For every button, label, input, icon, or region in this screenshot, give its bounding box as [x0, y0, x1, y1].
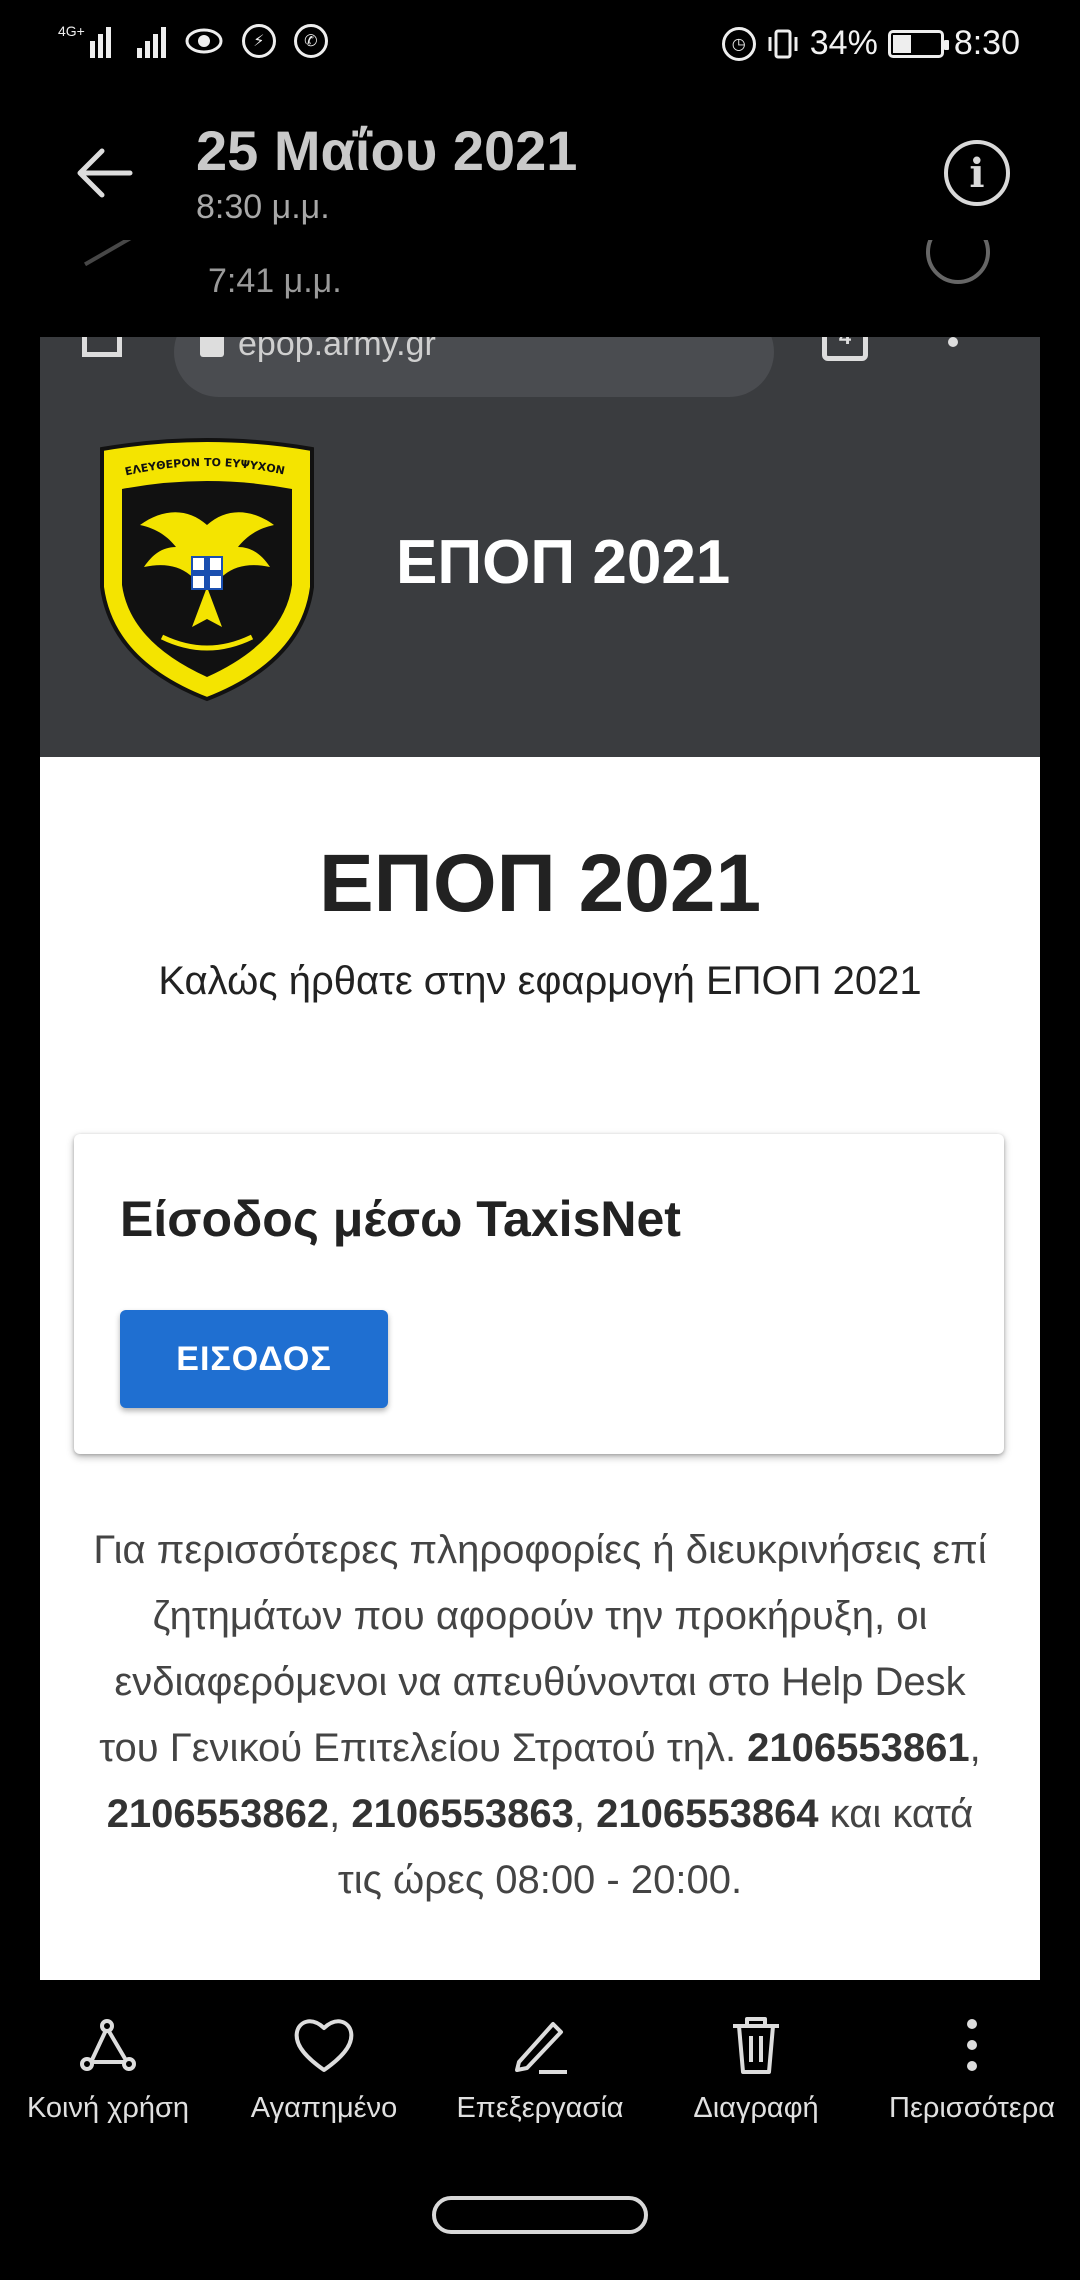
- login-card-title: Είσοδος μέσω TaxisNet: [120, 1191, 681, 1247]
- heart-icon: [294, 2019, 354, 2072]
- favorite-button[interactable]: Αγαπημένο: [216, 1980, 432, 2140]
- phone-3: 2106553863: [351, 1792, 574, 1836]
- site-page-title: ΕΠΟΠ 2021: [318, 838, 762, 929]
- ghost-header: 7:41 μ.μ.: [0, 240, 1080, 340]
- info-icon: i: [969, 149, 985, 197]
- login-card: Είσοδος μέσω TaxisNet ΕΙΣΟΔΟΣ: [74, 1134, 1004, 1454]
- signal-icon-2: [136, 24, 166, 58]
- network-type-label: 4G+: [58, 23, 85, 39]
- website-screenshot: epop.army.gr 4 ΕΛΕΥΘΕΡΟΝ ΤΟ ΕΥΨΥΧΟΝ ΕΠΟΠ…: [40, 337, 1040, 1980]
- bottom-action-bar: Κοινή χρήση Αγαπημένο Επεξεργασία Διαγρα…: [0, 1980, 1080, 2140]
- ghost-back-arrow-icon: [84, 240, 156, 298]
- back-arrow-icon[interactable]: [70, 138, 140, 208]
- login-button: ΕΙΣΟΔΟΣ: [120, 1310, 388, 1408]
- trash-icon: [733, 2017, 779, 2074]
- signal-icon: 4G+: [58, 24, 119, 58]
- more-label: Περισσότερα: [889, 2092, 1055, 2124]
- home-gesture-bar[interactable]: [432, 2196, 648, 2234]
- browser-menu-icon: [948, 337, 958, 351]
- eye-icon: [185, 28, 223, 54]
- help-desk-info: Για περισσότερες πληροφορίες ή διευκρινή…: [80, 1517, 1000, 1913]
- site-header: epop.army.gr 4 ΕΛΕΥΘΕΡΟΝ ΤΟ ΕΥΨΥΧΟΝ ΕΠΟΠ…: [40, 337, 1040, 757]
- delete-label: Διαγραφή: [693, 2092, 819, 2124]
- edit-label: Επεξεργασία: [456, 2092, 624, 2124]
- url-bar: epop.army.gr: [174, 337, 774, 397]
- status-time: 8:30: [953, 24, 1020, 62]
- phone-1: 2106553861: [747, 1726, 970, 1770]
- messenger-icon: ⚡: [241, 24, 276, 58]
- battery-percent: 34%: [809, 24, 878, 62]
- home-icon: [82, 337, 122, 357]
- tab-count: 4: [839, 337, 851, 349]
- edit-button[interactable]: Επεξεργασία: [432, 1980, 648, 2140]
- battery-icon: [887, 29, 949, 58]
- alarm-icon: ◷: [721, 26, 756, 61]
- phone-separator: ,: [573, 1792, 597, 1836]
- ghost-info-icon: [926, 240, 990, 284]
- phone-separator: ,: [329, 1792, 352, 1836]
- viber-icon: ✆: [293, 24, 328, 58]
- status-bar: 4G+ ⚡ ✆ ◷ 34% 8:30: [0, 0, 1080, 92]
- pencil-icon: [515, 2022, 567, 2074]
- phone-4: 2106553864: [596, 1792, 819, 1836]
- favorite-label: Αγαπημένο: [250, 2092, 398, 2124]
- delete-button[interactable]: Διαγραφή: [648, 1980, 864, 2140]
- site-brand-title: ΕΠΟΠ 2021: [396, 528, 731, 597]
- more-button[interactable]: Περισσότερα: [864, 1980, 1080, 2140]
- share-icon: [80, 2019, 136, 2071]
- photo-viewer[interactable]: 7:41 μ.μ. epop.army.gr 4 ΕΛΕΥΘΕΡΟΝ ΤΟ ΕΥ…: [0, 240, 1080, 1980]
- army-crest-logo: ΕΛΕΥΘΕΡΟΝ ΤΟ ΕΥΨΥΧΟΝ: [100, 438, 314, 702]
- tabs-icon: 4: [822, 337, 868, 361]
- url-text: epop.army.gr: [238, 337, 436, 363]
- more-vertical-icon: [967, 2019, 977, 2071]
- share-button[interactable]: Κοινή χρήση: [0, 1980, 216, 2140]
- photo-time-subtitle: 8:30 μ.μ.: [196, 188, 330, 226]
- phone-2: 2106553862: [106, 1792, 330, 1836]
- gallery-header: 25 Μαΐου 2021 8:30 μ.μ. i: [0, 100, 1080, 250]
- lock-icon: [200, 337, 224, 357]
- share-label: Κοινή χρήση: [26, 2092, 190, 2124]
- phone-separator: ,: [969, 1726, 981, 1770]
- site-welcome-text: Καλώς ήρθατε στην εφαρμογή ΕΠΟΠ 2021: [158, 959, 922, 1003]
- vibrate-icon: [768, 29, 798, 58]
- photo-date-title: 25 Μαΐου 2021: [196, 119, 578, 182]
- ghost-time: 7:41 μ.μ.: [208, 262, 342, 300]
- info-button[interactable]: i: [944, 140, 1010, 206]
